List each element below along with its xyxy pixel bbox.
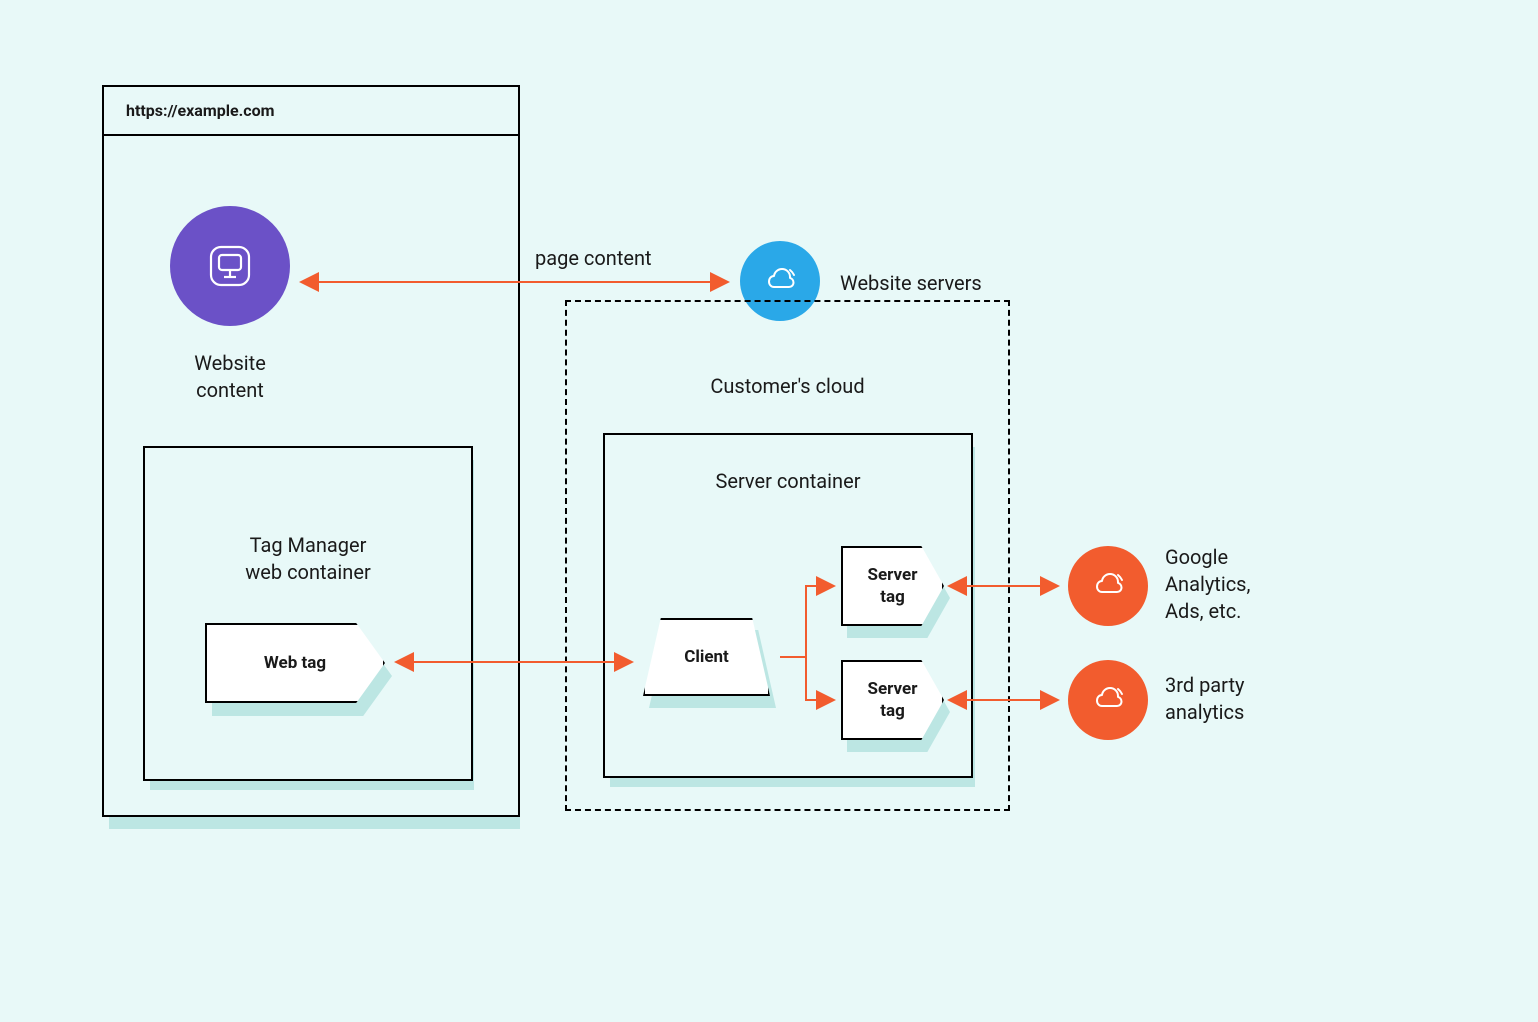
server-container-label: Server container	[603, 468, 973, 495]
customers-cloud-label: Customer's cloud	[565, 373, 1010, 400]
website-content-node	[170, 206, 290, 326]
tag-manager-box	[143, 446, 473, 781]
cloud-icon	[1088, 680, 1128, 720]
tag-manager-label: Tag Manager web container	[143, 532, 473, 586]
ga-label: Google Analytics, Ads, etc.	[1165, 544, 1250, 625]
website-servers-label: Website servers	[840, 270, 982, 297]
third-party-node	[1068, 660, 1148, 740]
browser-url-bar: https://example.com	[104, 87, 518, 136]
monitor-icon	[203, 239, 257, 293]
diagram-canvas: https://example.com Website content page…	[0, 0, 1538, 1022]
third-party-label: 3rd party analytics	[1165, 672, 1244, 726]
ga-node	[1068, 546, 1148, 626]
web-tag-label: Web tag	[264, 652, 326, 674]
client-label: Client	[684, 647, 729, 667]
server-tag-1-label: Server tag	[868, 564, 918, 608]
cloud-icon	[760, 261, 800, 301]
web-tag-node: Web tag	[205, 623, 385, 703]
page-content-label: page content	[535, 245, 652, 272]
server-tag-2-label: Server tag	[868, 678, 918, 722]
client-node: Client	[643, 618, 770, 696]
browser-url: https://example.com	[126, 101, 274, 120]
cloud-icon	[1088, 566, 1128, 606]
website-content-label: Website content	[155, 350, 305, 404]
